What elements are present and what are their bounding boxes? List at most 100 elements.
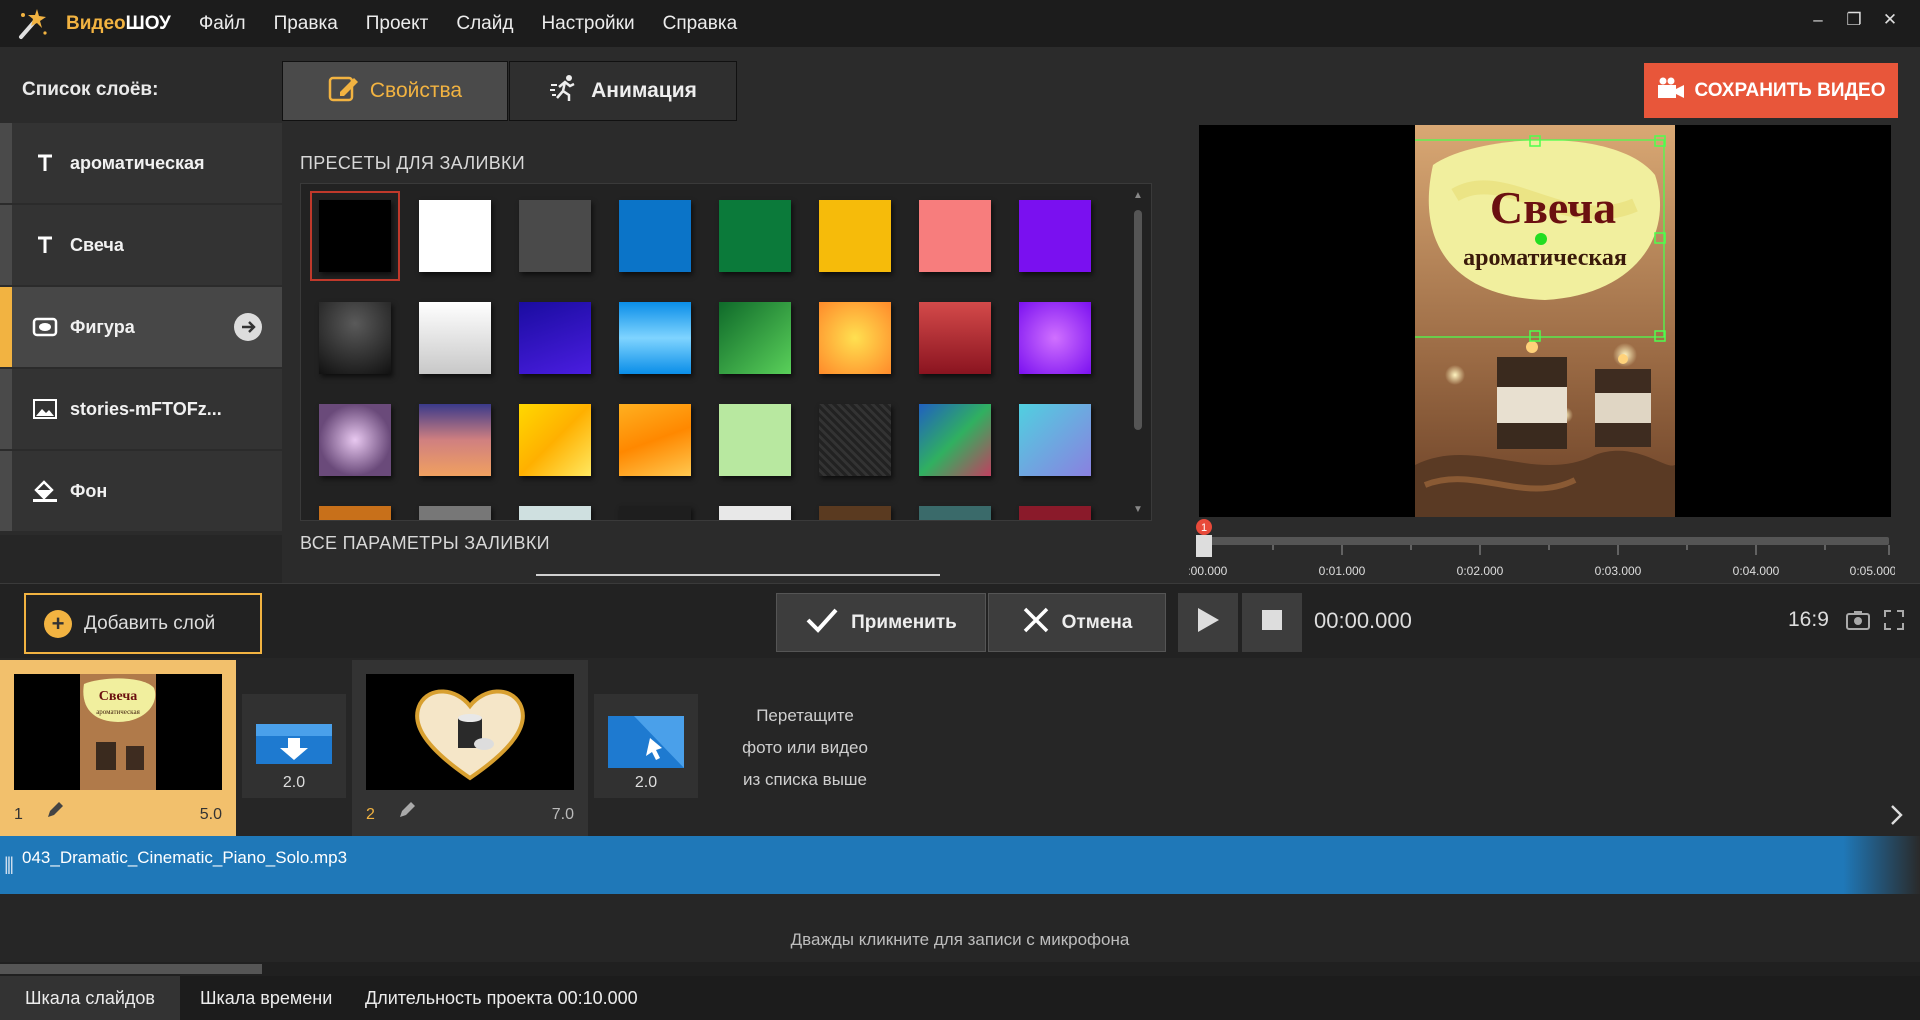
- arrow-right-icon[interactable]: [234, 313, 262, 341]
- add-layer-button[interactable]: + Добавить слой: [24, 593, 262, 654]
- preset-texture-sunset[interactable]: [419, 404, 491, 476]
- preset-texture-gold[interactable]: [519, 404, 591, 476]
- preset-gradient-violet[interactable]: [1019, 302, 1091, 374]
- save-video-label: СОХРАНИТЬ ВИДЕО: [1694, 79, 1886, 101]
- preset-white[interactable]: [419, 200, 491, 272]
- slide-card-1[interactable]: Свеча ароматическая 1 5.0: [0, 660, 236, 836]
- presets-scrollbar[interactable]: ▲ ▼: [1133, 190, 1143, 520]
- scrollbar-thumb[interactable]: [0, 964, 262, 974]
- preset-texture-teal[interactable]: [919, 506, 991, 520]
- preset-texture-dark-grid[interactable]: [819, 404, 891, 476]
- preset-texture-light-green[interactable]: [719, 404, 791, 476]
- layer-item-aromatic[interactable]: ароматическая: [0, 123, 282, 203]
- transition-duration: 2.0: [282, 774, 306, 791]
- preset-pink[interactable]: [919, 200, 991, 272]
- app-logo-icon: [12, 4, 52, 44]
- snapshot-camera-icon[interactable]: [1846, 610, 1870, 635]
- preset-texture-aqua[interactable]: [1019, 404, 1091, 476]
- scroll-down-icon[interactable]: ▼: [1133, 504, 1143, 515]
- pencil-icon[interactable]: [398, 801, 416, 824]
- preset-gradient-indigo[interactable]: [519, 302, 591, 374]
- preset-texture-paper[interactable]: [719, 506, 791, 520]
- preset-gradient-dark[interactable]: [319, 302, 391, 374]
- tab-timeline[interactable]: Шкала времени: [200, 976, 332, 1020]
- preset-texture-wood[interactable]: [819, 506, 891, 520]
- preset-texture-pale[interactable]: [519, 506, 591, 520]
- pencil-icon[interactable]: [46, 801, 64, 824]
- restore-button[interactable]: ❐: [1836, 10, 1872, 30]
- preset-gradient-red[interactable]: [919, 302, 991, 374]
- transition-card-1[interactable]: 2.0: [242, 694, 346, 798]
- menu-project[interactable]: Проект: [366, 13, 429, 35]
- layers-title: Список слоёв:: [22, 79, 159, 100]
- save-video-button[interactable]: СОХРАНИТЬ ВИДЕО: [1644, 63, 1898, 118]
- strip-horizontal-scrollbar[interactable]: [0, 962, 1920, 976]
- chevron-right-icon[interactable]: [1890, 804, 1904, 831]
- stop-button[interactable]: [1242, 593, 1302, 652]
- video-preview[interactable]: Свеча ароматическая: [1199, 125, 1891, 517]
- drag-grip-icon[interactable]: |||: [4, 854, 14, 875]
- preset-texture-amber[interactable]: [319, 506, 391, 520]
- slide-card-2[interactable]: 2 7.0: [352, 660, 588, 836]
- running-man-icon: [549, 73, 591, 109]
- playhead[interactable]: [1196, 535, 1212, 557]
- preset-texture-black[interactable]: [619, 506, 691, 520]
- preset-yellow[interactable]: [819, 200, 891, 272]
- apply-button[interactable]: Применить: [776, 593, 986, 652]
- layers-header: Список слоёв:: [0, 47, 282, 123]
- menu-file[interactable]: Файл: [199, 13, 246, 35]
- tab-properties[interactable]: Свойства: [282, 61, 508, 121]
- tab-slide-scale[interactable]: Шкала слайдов: [0, 976, 180, 1020]
- layer-item-candle[interactable]: Свеча: [0, 205, 282, 285]
- menu-slide[interactable]: Слайд: [456, 13, 513, 35]
- app-name: ВидеоШОУ: [66, 12, 171, 34]
- preset-texture-orange-wave[interactable]: [619, 404, 691, 476]
- layer-label: Свеча: [70, 234, 124, 255]
- apply-label: Применить: [851, 611, 957, 633]
- ruler-label-2: 0:02.000: [1457, 564, 1504, 578]
- drop-hint-line-1: Перетащите: [756, 706, 854, 725]
- ruler-label-3: 0:03.000: [1595, 564, 1642, 578]
- preset-texture-nebula[interactable]: [319, 404, 391, 476]
- menu-settings[interactable]: Настройки: [541, 13, 634, 35]
- scroll-up-icon[interactable]: ▲: [1133, 190, 1143, 201]
- preset-texture-stone[interactable]: [419, 506, 491, 520]
- preset-blue[interactable]: [619, 200, 691, 272]
- timecode-display: 00:00.000: [1314, 608, 1412, 633]
- preset-gradient-green[interactable]: [719, 302, 791, 374]
- preset-texture-berry[interactable]: [1019, 506, 1091, 520]
- preview-timeline-ruler[interactable]: 0:00.000 0:01.000 0:02.000 0:03.000 0:04…: [1181, 517, 1897, 583]
- play-button[interactable]: [1178, 593, 1238, 652]
- layer-item-shape[interactable]: Фигура: [0, 287, 282, 367]
- layer-item-background[interactable]: Фон: [0, 451, 282, 531]
- cancel-button[interactable]: Отмена: [988, 593, 1166, 652]
- text-icon: [30, 153, 60, 173]
- tab-animation[interactable]: Анимация: [509, 61, 737, 121]
- drop-hint: Перетащите фото или видео из списка выше: [710, 700, 900, 796]
- preview-area: СОХРАНИТЬ ВИДЕО Свеча ароматическая 00.0…: [1172, 47, 1920, 583]
- preset-gray[interactable]: [519, 200, 591, 272]
- fullscreen-icon[interactable]: [1884, 610, 1904, 635]
- preset-purple[interactable]: [1019, 200, 1091, 272]
- preset-green[interactable]: [719, 200, 791, 272]
- mic-record-track[interactable]: Дважды кликните для записи с микрофона: [0, 894, 1920, 964]
- layer-item-image[interactable]: stories-mFTOFz...: [0, 369, 282, 449]
- preset-gradient-sun[interactable]: [819, 302, 891, 374]
- thumb-subtitle: ароматическая: [96, 708, 140, 716]
- fill-params-field[interactable]: [536, 574, 940, 576]
- slide-subtitle-text: ароматическая: [1463, 245, 1627, 271]
- preset-gradient-silver[interactable]: [419, 302, 491, 374]
- preset-gradient-sky[interactable]: [619, 302, 691, 374]
- title-bar: ВидеоШОУ Файл Правка Проект Слайд Настро…: [0, 0, 1920, 47]
- preset-texture-rainbow[interactable]: [919, 404, 991, 476]
- aspect-ratio-selector[interactable]: 16:9: [1788, 608, 1829, 632]
- menu-help[interactable]: Справка: [663, 13, 738, 35]
- menu-edit[interactable]: Правка: [274, 13, 338, 35]
- scrollbar-thumb[interactable]: [1134, 210, 1142, 430]
- audio-track[interactable]: ||| 043_Dramatic_Cinematic_Piano_Solo.mp…: [0, 836, 1920, 894]
- close-button[interactable]: ✕: [1872, 10, 1908, 30]
- transition-card-2[interactable]: 2.0: [594, 694, 698, 798]
- preset-black[interactable]: [310, 191, 400, 281]
- window-controls: – ❐ ✕: [1800, 10, 1908, 30]
- minimize-button[interactable]: –: [1800, 10, 1836, 30]
